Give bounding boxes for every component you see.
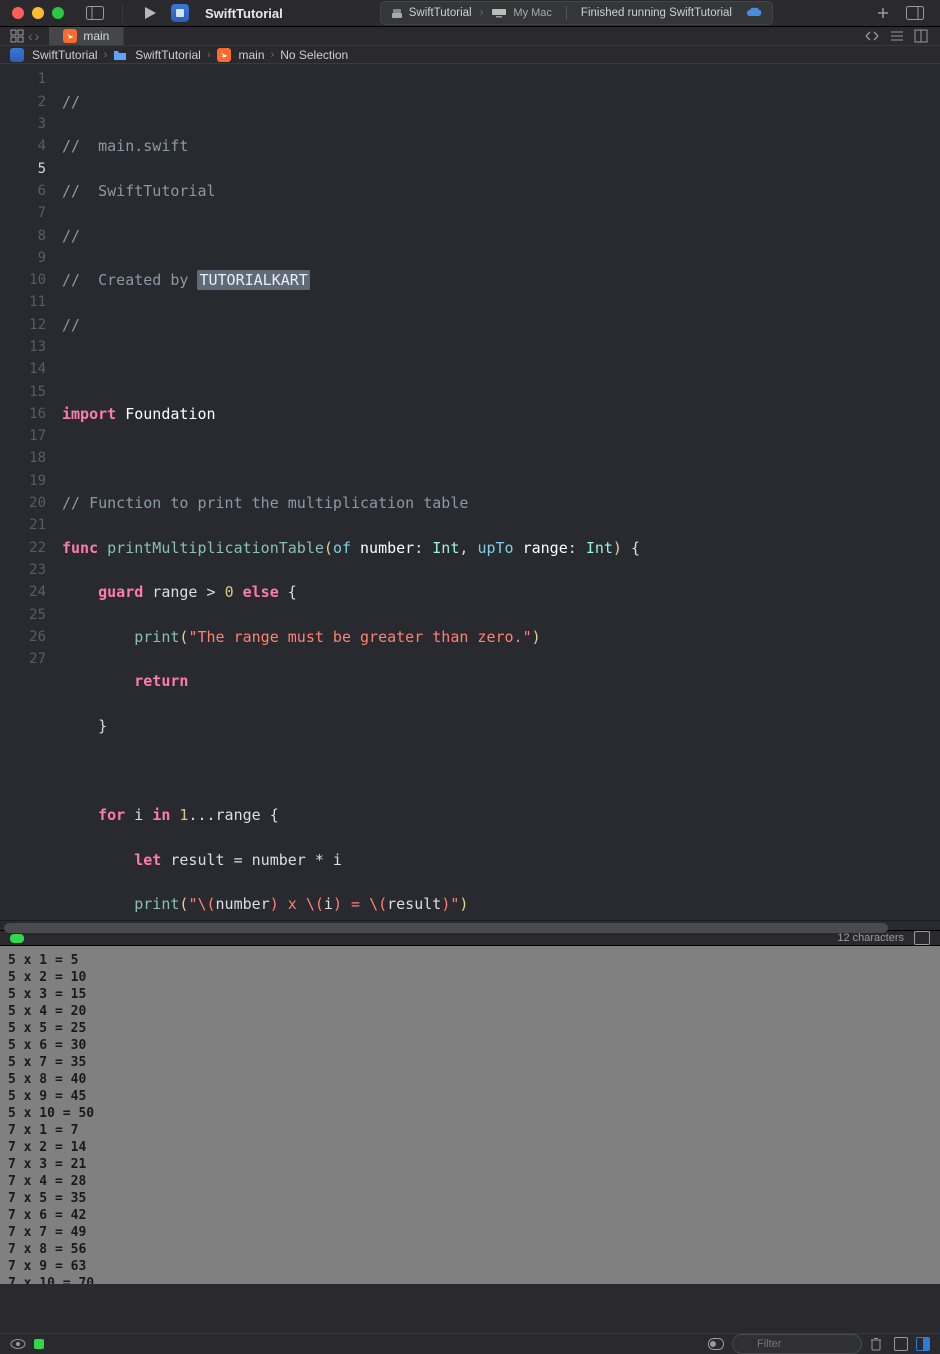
debug-bottom-bar [0, 1333, 940, 1354]
chevron-right-icon: › [104, 49, 108, 61]
status-separator [566, 6, 567, 20]
add-editor-icon[interactable] [914, 29, 928, 43]
tab-bar: ‹ › main [0, 27, 940, 46]
chevron-right-icon: › [480, 7, 484, 19]
output-selector-icon[interactable] [708, 1338, 724, 1350]
sidebar-toggle-icon[interactable] [82, 0, 108, 26]
adjust-editor-icon[interactable] [890, 29, 904, 43]
titlebar: SwiftTutorial SwiftTutorial › My Mac Fin… [0, 0, 940, 27]
destination-name: My Mac [513, 7, 552, 19]
selection-char-count: 12 characters [837, 932, 904, 944]
breakpoint-toggle-icon[interactable] [34, 1339, 44, 1349]
console-footer-space [0, 1284, 940, 1333]
editor-horizontal-scrollbar[interactable] [0, 920, 940, 930]
scheme-icon [391, 7, 403, 19]
status-indicator-icon [10, 934, 24, 943]
activity-status-bar[interactable]: SwiftTutorial › My Mac Finished running … [380, 1, 773, 25]
breadcrumb-file: main [239, 48, 265, 62]
breadcrumb-selection: No Selection [280, 48, 348, 62]
close-window-button[interactable] [12, 7, 24, 19]
project-icon [171, 4, 189, 22]
debug-console[interactable]: 5 x 1 = 5 5 x 2 = 10 5 x 3 = 15 5 x 4 = … [0, 946, 940, 1284]
console-filter-input[interactable] [732, 1334, 862, 1354]
minimap-toggle-icon[interactable] [914, 931, 930, 945]
destination-icon [491, 8, 507, 18]
chevron-right-icon: › [207, 49, 211, 61]
nav-back-button[interactable]: ‹ [28, 28, 33, 44]
visibility-icon[interactable] [10, 1338, 26, 1350]
scrollbar-thumb[interactable] [4, 923, 888, 933]
add-button[interactable] [870, 0, 896, 26]
nav-forward-button[interactable]: › [35, 28, 40, 44]
scheme-name: SwiftTutorial [409, 7, 472, 19]
swift-file-icon [63, 29, 77, 43]
related-items-icon[interactable] [10, 29, 24, 43]
chevron-right-icon: › [271, 49, 275, 61]
tab-label: main [83, 29, 109, 43]
editor-tab-main[interactable]: main [49, 27, 124, 45]
project-title: SwiftTutorial [205, 6, 283, 21]
swift-file-icon [217, 48, 231, 62]
library-button[interactable] [902, 0, 928, 26]
console-panel-toggle[interactable] [916, 1337, 930, 1351]
project-icon [10, 48, 24, 62]
breadcrumb-folder: SwiftTutorial [135, 48, 201, 62]
code-area[interactable]: // // main.swift // SwiftTutorial // // … [56, 64, 940, 920]
filter-field-wrap [732, 1334, 862, 1354]
cloud-icon [746, 7, 762, 19]
breadcrumb-project: SwiftTutorial [32, 48, 98, 62]
trash-icon[interactable] [870, 1337, 886, 1351]
build-status-text: Finished running SwiftTutorial [581, 7, 732, 19]
breadcrumb[interactable]: SwiftTutorial › SwiftTutorial › main › N… [0, 46, 940, 64]
line-gutter: 1234567891011121314151617181920212223242… [0, 64, 56, 920]
selection-highlight: TUTORIALKART [197, 270, 309, 290]
run-button[interactable] [137, 0, 163, 26]
toolbar-separator [122, 4, 123, 22]
minimize-window-button[interactable] [32, 7, 44, 19]
variables-panel-toggle[interactable] [894, 1337, 908, 1351]
folder-icon [113, 49, 127, 61]
maximize-window-button[interactable] [52, 7, 64, 19]
code-editor[interactable]: 1234567891011121314151617181920212223242… [0, 64, 940, 920]
recent-files-icon[interactable] [864, 29, 880, 43]
window-traffic-lights [12, 7, 64, 19]
